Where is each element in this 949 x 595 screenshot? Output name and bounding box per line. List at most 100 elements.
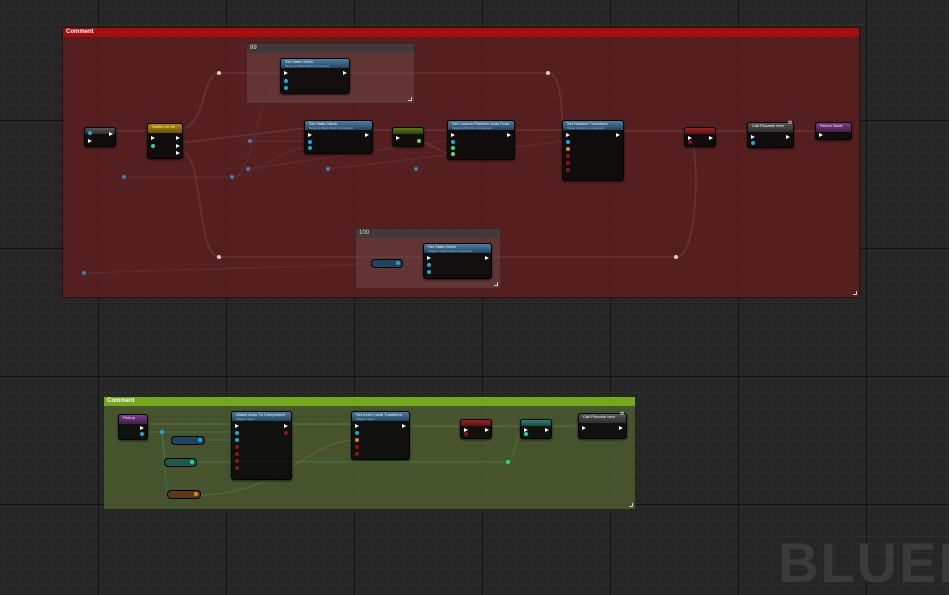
resize-handle[interactable]: [853, 291, 857, 295]
exec-in-pin[interactable]: [566, 133, 570, 137]
reroute-knot[interactable]: [506, 460, 510, 464]
set-static-mesh-node-99[interactable]: Set Static Mesh Target is Static Mesh Com…: [280, 58, 350, 94]
object-pin[interactable]: [88, 131, 92, 135]
reroute-knot[interactable]: [248, 139, 252, 143]
target-pin[interactable]: [451, 140, 455, 144]
rule-pin[interactable]: [235, 452, 239, 456]
exec-in-pin[interactable]: [355, 424, 359, 428]
reroute-knot[interactable]: [326, 167, 330, 171]
target-pin[interactable]: [566, 140, 570, 144]
reroute-knot[interactable]: [246, 167, 250, 171]
bool-pin[interactable]: [464, 432, 468, 436]
exec-in-pin[interactable]: [235, 424, 239, 428]
object-pin[interactable]: [198, 438, 202, 442]
get-transform-variable[interactable]: [167, 490, 201, 499]
branch-node[interactable]: [684, 127, 716, 147]
teleport-pin[interactable]: [355, 452, 359, 456]
exec-out-pin[interactable]: [140, 426, 144, 430]
target-pin[interactable]: [308, 140, 312, 144]
reroute-knot[interactable]: [674, 255, 678, 259]
set-bool-node[interactable]: [460, 419, 492, 439]
exec-out-pin[interactable]: [365, 133, 369, 137]
transform-pin[interactable]: [566, 147, 570, 151]
weld-pin[interactable]: [235, 466, 239, 470]
struct-pin[interactable]: [194, 492, 198, 496]
set-actor-local-transform-node[interactable]: Set Actor Local Transform Target is Actor: [351, 411, 410, 460]
parent-pin[interactable]: [235, 438, 239, 442]
resize-handle[interactable]: [494, 282, 498, 286]
resize-handle[interactable]: [408, 97, 412, 101]
resize-handle[interactable]: [629, 503, 633, 507]
exec-in-pin[interactable]: [819, 133, 823, 137]
set-custom-primitive-data-node[interactable]: Set Custom Primitive Data Float Target is…: [447, 120, 515, 160]
exec-in-pin[interactable]: [308, 133, 312, 137]
set-static-mesh-node-100[interactable]: Set Static Mesh Target is Static Mesh Com…: [423, 243, 492, 279]
reroute-knot[interactable]: [414, 167, 418, 171]
exec-out-pin[interactable]: [545, 428, 549, 432]
transform-pin[interactable]: [355, 438, 359, 442]
pickup-event-node[interactable]: Pickup: [118, 414, 148, 440]
index-pin[interactable]: [451, 146, 455, 150]
exec-in-pin[interactable]: [582, 426, 586, 430]
condition-pin[interactable]: [688, 140, 692, 144]
get-variable-node[interactable]: [84, 127, 116, 147]
set-int-node[interactable]: [520, 419, 552, 439]
reroute-knot[interactable]: [217, 255, 221, 259]
exec-in-pin[interactable]: [451, 133, 455, 137]
exec-out-pin-0[interactable]: [176, 136, 180, 140]
target-pin[interactable]: [284, 79, 288, 83]
teleport-pin[interactable]: [566, 161, 570, 165]
return-node[interactable]: Return Node: [815, 122, 852, 140]
exec-in-pin[interactable]: [396, 136, 400, 140]
exec-out-pin[interactable]: [284, 424, 288, 428]
exec-in-pin[interactable]: [151, 136, 155, 140]
exec-out-pin-1[interactable]: [176, 144, 180, 148]
target-pin[interactable]: [235, 431, 239, 435]
reroute-knot[interactable]: [160, 430, 164, 434]
rule-pin[interactable]: [235, 445, 239, 449]
int-pin[interactable]: [151, 144, 155, 148]
hit-pin[interactable]: [566, 168, 570, 172]
sweep-pin[interactable]: [355, 445, 359, 449]
mesh-pin[interactable]: [284, 86, 288, 90]
get-component-variable[interactable]: [171, 436, 205, 445]
exec-out-pin[interactable]: [485, 428, 489, 432]
value-pin[interactable]: [451, 152, 455, 156]
target-pin[interactable]: [751, 141, 755, 145]
return-pin[interactable]: [284, 431, 288, 435]
reroute-knot[interactable]: [82, 271, 86, 275]
exec-out-pin[interactable]: [402, 424, 406, 428]
mesh-pin[interactable]: [427, 270, 431, 274]
subcomment-title[interactable]: 99: [247, 44, 414, 53]
reroute-knot[interactable]: [230, 175, 234, 179]
comment-title[interactable]: Comment: [63, 28, 859, 37]
float-pin[interactable]: [417, 139, 421, 143]
target-pin[interactable]: [355, 431, 359, 435]
exec-out-pin[interactable]: [616, 133, 620, 137]
exec-out-pin[interactable]: [786, 135, 790, 139]
get-mesh-variable[interactable]: [371, 259, 403, 268]
exec-out-pin[interactable]: [109, 132, 113, 136]
exec-out-pin[interactable]: [343, 71, 347, 75]
exec-in-pin[interactable]: [751, 135, 755, 139]
reroute-knot[interactable]: [546, 71, 550, 75]
target-pin[interactable]: [427, 263, 431, 267]
exec-out-pin[interactable]: [709, 136, 713, 140]
comment-title[interactable]: Comment: [104, 397, 635, 406]
object-pin[interactable]: [396, 261, 400, 265]
exec-out-pin[interactable]: [619, 426, 623, 430]
call-pickable-item-node[interactable]: Call Pickable Item: [747, 122, 794, 148]
exec-in-pin[interactable]: [284, 71, 288, 75]
exec-out-pin-2[interactable]: [176, 151, 180, 155]
exec-out-pin[interactable]: [485, 256, 489, 260]
switch-on-int-node[interactable]: Switch on Int: [147, 123, 183, 159]
mesh-pin[interactable]: [308, 146, 312, 150]
sweep-pin[interactable]: [566, 154, 570, 158]
float-variable-node[interactable]: [392, 127, 424, 147]
object-pin[interactable]: [140, 432, 144, 436]
subcomment-title[interactable]: 100: [356, 229, 500, 238]
rule-pin[interactable]: [235, 459, 239, 463]
attach-actor-to-component-node[interactable]: Attach Actor To Component Target is Actor: [231, 411, 292, 480]
set-relative-transform-node[interactable]: Set Relative Transform Target is Scene Co…: [562, 120, 624, 181]
set-static-mesh-node[interactable]: Set Static Mesh Target is Static Mesh Com…: [304, 120, 373, 154]
